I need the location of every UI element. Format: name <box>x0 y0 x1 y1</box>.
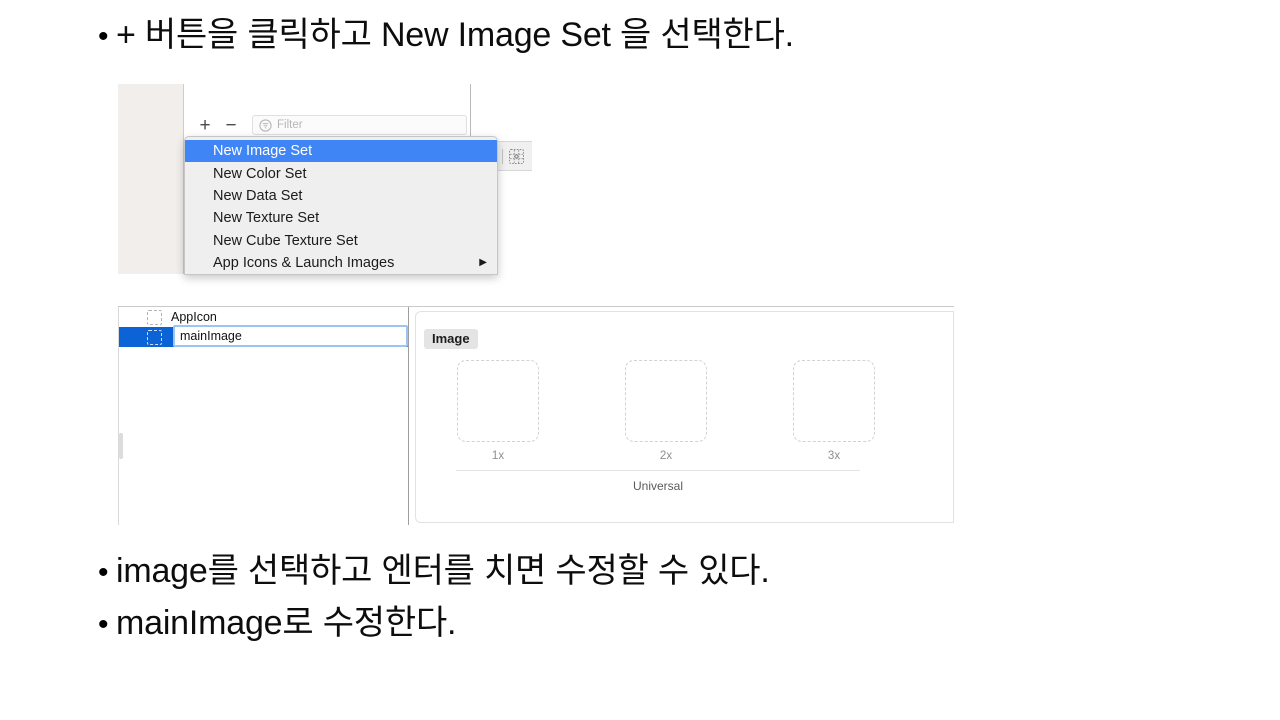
image-slot-group: 1x 2x 3x Universal <box>456 360 876 493</box>
new-asset-popup-menu[interactable]: New Image Set New Color Set New Data Set… <box>184 136 498 276</box>
menu-item-new-image-set[interactable]: New Image Set <box>185 140 497 163</box>
asset-thumbnail-placeholder-icon <box>147 309 162 325</box>
image-slot-1x[interactable]: 1x <box>456 360 540 462</box>
image-slot-caption: 2x <box>659 450 673 462</box>
filter-input[interactable]: Filter <box>252 115 467 135</box>
add-asset-button[interactable]: + <box>194 114 216 136</box>
bullet-marker: • <box>98 556 109 589</box>
slot-group-footer-label: Universal <box>632 479 683 493</box>
filter-placeholder-text: Filter <box>277 119 303 131</box>
asset-set-list[interactable]: AppIcon mainImage <box>118 307 409 525</box>
editor-view-toolbar <box>498 141 532 171</box>
image-slot-3x[interactable]: 3x <box>792 360 876 462</box>
bullet-text-3: mainImage로 수정한다. <box>116 604 457 642</box>
menu-item-label: New Data Set <box>213 187 303 204</box>
menu-item-new-cube-texture-set[interactable]: New Cube Texture Set <box>185 230 497 252</box>
detail-pane-title: Image <box>424 329 478 349</box>
menu-item-new-color-set[interactable]: New Color Set <box>185 162 497 184</box>
filter-icon <box>259 118 272 132</box>
asset-rename-input[interactable]: mainImage <box>173 325 408 347</box>
bullet-marker: • <box>98 608 109 641</box>
project-navigator-pane <box>118 84 184 274</box>
menu-item-label: New Image Set <box>213 143 313 160</box>
image-slot-row: 1x 2x 3x <box>456 360 876 462</box>
bullet-text-1: + 버튼을 클릭하고 New Image Set 을 선택한다. <box>116 16 794 54</box>
bullet-marker: • <box>98 20 109 53</box>
menu-item-new-data-set[interactable]: New Data Set <box>185 185 497 207</box>
asset-rename-value: mainImage <box>180 329 242 343</box>
image-slot-caption: 3x <box>827 450 841 462</box>
remove-asset-button[interactable]: − <box>220 114 242 136</box>
bullet-text-2: image를 선택하고 엔터를 치면 수정할 수 있다. <box>116 552 770 590</box>
image-slot-caption: 1x <box>491 450 505 462</box>
toolbar-separator <box>502 148 503 164</box>
bullet-line-2: • image를 선택하고 엔터를 치면 수정할 수 있다. <box>98 552 770 590</box>
slot-group-divider <box>456 470 860 471</box>
menu-item-label: App Icons & Launch Images <box>213 255 395 272</box>
asset-row-label: AppIcon <box>171 310 217 324</box>
grid-view-icon[interactable] <box>508 148 525 165</box>
image-slot-2x[interactable]: 2x <box>624 360 708 462</box>
screenshot-new-asset-menu: + − Filter New Image Set New Color Set N… <box>118 84 532 286</box>
screenshot-asset-catalog-editor: AppIcon mainImage Image 1x 2x 3x Univers… <box>118 306 954 526</box>
image-drop-target[interactable] <box>625 360 707 442</box>
menu-item-label: New Texture Set <box>213 210 320 227</box>
asset-detail-pane: Image 1x 2x 3x Universal <box>415 311 954 523</box>
vertical-scrollbar-thumb[interactable] <box>119 433 123 459</box>
image-drop-target[interactable] <box>793 360 875 442</box>
menu-item-label: New Color Set <box>213 165 307 182</box>
chevron-right-icon: ▶ <box>479 257 487 269</box>
asset-row-appicon[interactable]: AppIcon <box>119 307 408 327</box>
image-drop-target[interactable] <box>457 360 539 442</box>
menu-item-new-texture-set[interactable]: New Texture Set <box>185 207 497 229</box>
asset-row-mainimage[interactable]: mainImage <box>119 325 408 347</box>
bullet-line-3: • mainImage로 수정한다. <box>98 604 456 642</box>
bullet-line-1: • + 버튼을 클릭하고 New Image Set 을 선택한다. <box>98 16 794 54</box>
menu-item-app-icons-and-launch-images[interactable]: App Icons & Launch Images ▶ <box>185 252 497 274</box>
menu-item-label: New Cube Texture Set <box>213 232 358 249</box>
asset-thumbnail-placeholder-icon <box>147 329 162 345</box>
